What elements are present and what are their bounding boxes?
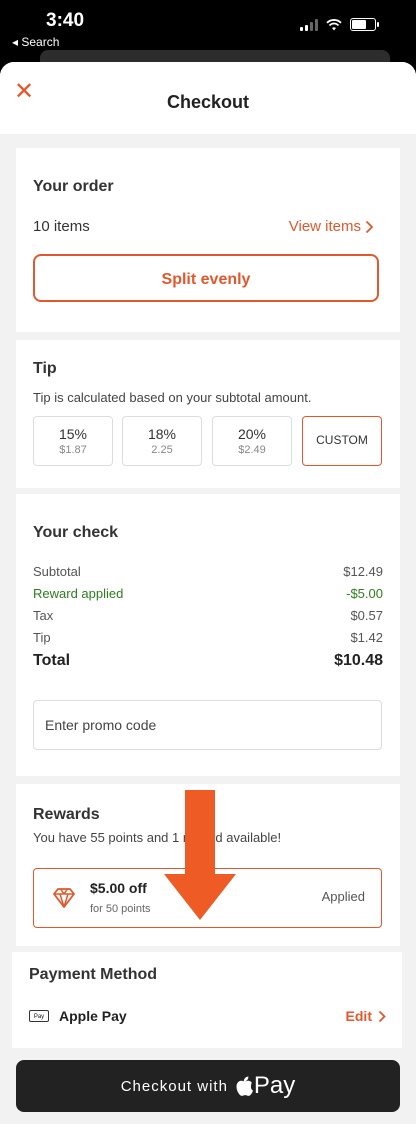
diamond-icon [53,888,75,908]
page-title: Checkout [166,92,249,112]
tax-row: Tax $0.57 [33,608,383,623]
tip-subtitle: Tip is calculated based on your subtotal… [33,390,312,405]
apple-logo-icon [236,1076,253,1096]
order-heading: Your order [33,178,114,195]
header: ✕ Checkout [0,62,416,134]
payment-method-section: Payment Method Pay Apple Pay Edit [12,952,402,1048]
checkout-apple-pay-button[interactable]: Checkout with Pay [16,1060,400,1112]
reward-status: Applied [321,889,365,904]
tip-option-20[interactable]: 20% $2.49 [212,416,292,466]
chevron-right-icon [378,1010,386,1022]
reward-title: $5.00 off [90,880,147,896]
row-label: Reward applied [33,586,124,601]
pay-label: Pay [253,1072,296,1099]
apple-pay-mark: Pay [236,1072,295,1100]
rewards-subtitle: You have 55 points and 1 reward availabl… [33,830,282,845]
split-evenly-button[interactable]: Split evenly [33,254,379,302]
checkout-label: Checkout with [120,1077,228,1095]
back-to-search-link[interactable]: ◂ Search [12,35,59,49]
tip-option-15[interactable]: 15% $1.87 [33,416,113,466]
total-value: $10.48 [334,652,383,669]
check-heading: Your check [33,524,119,541]
items-count: 10 items [33,218,90,235]
payment-heading: Payment Method [29,966,158,983]
tip-heading: Tip [33,360,57,377]
order-card: Your order 10 items View items Split eve… [16,148,400,332]
wifi-icon [326,18,342,30]
apple-pay-icon: Pay [29,1010,49,1022]
chevron-right-icon [365,220,374,233]
total-label: Total [33,652,71,669]
row-label: Tip [33,630,51,645]
status-icons [300,18,379,31]
tip-option-custom[interactable]: CUSTOM [302,416,382,466]
tip-row: Tip $1.42 [33,630,383,645]
view-items-link[interactable]: View items [289,218,374,235]
tip-option-18[interactable]: 18% 2.25 [122,416,202,466]
status-time: 3:40 [46,10,85,31]
tip-percent: 15% [58,426,88,442]
phone-screen: 3:40 ◂ Search ✕ Checkout Your order 10 i… [0,0,416,1124]
tip-amount: 2.25 [151,444,173,456]
signal-icon [300,18,318,31]
row-label: Tax [33,608,54,623]
checkout-sheet: ✕ Checkout Your order 10 items View item… [0,62,416,1124]
edit-payment-link[interactable]: Edit [346,1008,386,1024]
subtotal-row: Subtotal $12.49 [33,564,383,579]
battery-icon [350,18,379,31]
row-value: -$5.00 [346,586,383,601]
row-value: $0.57 [350,608,383,623]
view-items-label: View items [288,218,361,235]
tip-percent: 18% [147,426,177,442]
tip-amount: $1.87 [59,444,87,456]
status-bar: 3:40 ◂ Search [0,0,416,64]
edit-label: Edit [345,1008,372,1024]
row-label: Subtotal [33,564,81,579]
check-card: Your check Subtotal $12.49 Reward applie… [16,494,400,776]
total-row: Total $10.48 [33,652,383,670]
payment-method-name: Apple Pay [59,1008,127,1024]
row-value: $12.49 [343,564,383,579]
promo-code-input[interactable] [33,700,382,750]
reward-applied-row: Reward applied -$5.00 [33,586,383,601]
down-arrow-icon [164,790,236,920]
tip-percent: 20% [237,426,267,442]
reward-subtitle: for 50 points [90,903,151,915]
tip-card: Tip Tip is calculated based on your subt… [16,340,400,488]
row-value: $1.42 [350,630,383,645]
rewards-heading: Rewards [33,806,100,823]
tip-amount: $2.49 [238,444,266,456]
